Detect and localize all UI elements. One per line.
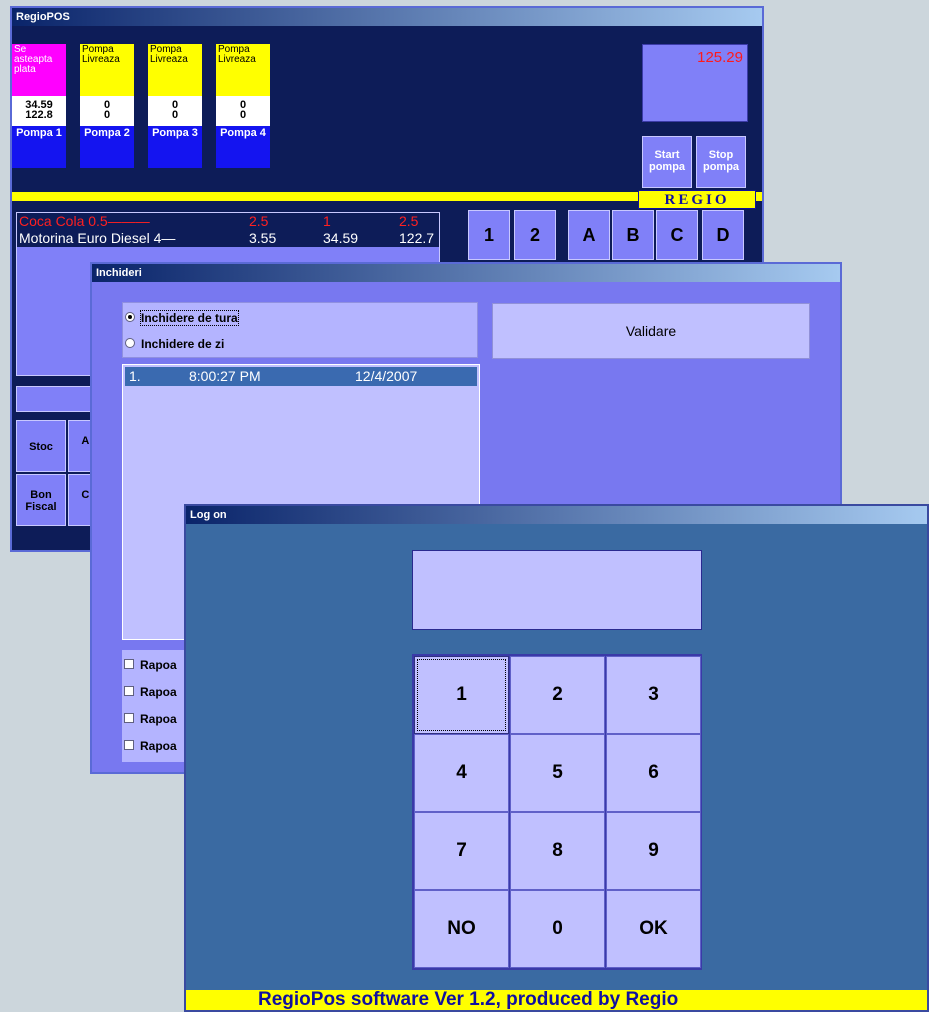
- sale-row[interactable]: Motorina Euro Diesel 4— 3.55 34.59 122.7: [17, 230, 439, 247]
- checkbox-icon: [124, 659, 134, 669]
- pump-amount: 0: [103, 109, 111, 121]
- inchideri-titlebar: Inchideri: [92, 264, 840, 282]
- checkbox-label: Rapoa: [140, 712, 177, 726]
- stoc-button[interactable]: Stoc: [16, 420, 66, 472]
- key-1[interactable]: 1: [414, 656, 509, 734]
- pump-status: Pompa Livreaza: [216, 44, 270, 96]
- pos-key-c[interactable]: C: [656, 210, 698, 260]
- regio-logo: REGIO: [638, 190, 756, 209]
- pump-amount: 122.8: [25, 109, 53, 121]
- checkbox-icon: [124, 740, 134, 750]
- checkbox-label: Rapoa: [140, 685, 177, 699]
- key-0[interactable]: 0: [510, 890, 605, 968]
- pump-name: Pompa 4: [216, 126, 270, 168]
- shift-index: 1.: [129, 368, 141, 384]
- checkbox-icon: [124, 713, 134, 723]
- radio-label: Inchidere de zi: [141, 337, 225, 351]
- key-no[interactable]: NO: [414, 890, 509, 968]
- pump-values: 0 0: [80, 96, 134, 126]
- pump-amount: 0: [171, 109, 179, 121]
- total-display: 125.29: [642, 44, 748, 122]
- shift-date: 12/4/2007: [355, 368, 418, 384]
- pos-key-b[interactable]: B: [612, 210, 654, 260]
- radio-label: Inchidere de tura: [140, 310, 239, 326]
- key-ok[interactable]: OK: [606, 890, 701, 968]
- pump-1[interactable]: Se asteapta plata 34.59 122.8 Pompa 1: [12, 44, 66, 168]
- key-2[interactable]: 2: [510, 656, 605, 734]
- pos-key-d[interactable]: D: [702, 210, 744, 260]
- sale-product: Coca Cola 0.5———: [19, 213, 150, 229]
- closing-type-group: Inchidere de tura Inchidere de zi: [122, 302, 478, 358]
- pump-amount: 0: [239, 109, 247, 121]
- pump-values: 0 0: [216, 96, 270, 126]
- key-8[interactable]: 8: [510, 812, 605, 890]
- key-7[interactable]: 7: [414, 812, 509, 890]
- regiopos-titlebar: RegioPOS: [12, 8, 762, 26]
- radio-selected-icon: [125, 312, 135, 322]
- key-9[interactable]: 9: [606, 812, 701, 890]
- pump-status: Pompa Livreaza: [80, 44, 134, 96]
- pump-status: Pompa Livreaza: [148, 44, 202, 96]
- sale-price: 3.55: [249, 230, 277, 246]
- bon-fiscal-button[interactable]: Bon Fiscal: [16, 474, 66, 526]
- pos-key-a[interactable]: A: [568, 210, 610, 260]
- pump-status: Se asteapta plata: [12, 44, 66, 96]
- shift-time: 8:00:27 PM: [189, 368, 261, 384]
- pos-key-2[interactable]: 2: [514, 210, 556, 260]
- sale-qty: 1: [323, 213, 331, 229]
- sale-qty: 34.59: [323, 230, 359, 246]
- stop-pump-button[interactable]: Stop pompa: [696, 136, 746, 188]
- pump-name: Pompa 3: [148, 126, 202, 168]
- pump-name: Pompa 2: [80, 126, 134, 168]
- key-5[interactable]: 5: [510, 734, 605, 812]
- pump-3[interactable]: Pompa Livreaza 0 0 Pompa 3: [148, 44, 202, 168]
- logon-window: Log on 1 2 3 4 5 6 7 8 9 NO 0 OK RegioPo…: [184, 504, 929, 1012]
- validate-button[interactable]: Validare: [492, 303, 810, 359]
- list-item[interactable]: 1. 8:00:27 PM 12/4/2007: [125, 367, 477, 386]
- logon-titlebar: Log on: [186, 506, 927, 524]
- sale-row[interactable]: Coca Cola 0.5——— 2.5 1 2.5: [17, 213, 439, 230]
- pump-values: 0 0: [148, 96, 202, 126]
- footer-banner: RegioPos software Ver 1.2, produced by R…: [186, 990, 927, 1010]
- pin-display[interactable]: [412, 550, 702, 630]
- pump-name: Pompa 1: [12, 126, 66, 168]
- radio-unselected-icon: [125, 338, 135, 348]
- key-4[interactable]: 4: [414, 734, 509, 812]
- checkbox-label: Rapoa: [140, 658, 177, 672]
- sale-amount: 2.5: [399, 213, 419, 229]
- pos-key-1[interactable]: 1: [468, 210, 510, 260]
- key-3[interactable]: 3: [606, 656, 701, 734]
- sale-price: 2.5: [249, 213, 269, 229]
- start-pump-button[interactable]: Start pompa: [642, 136, 692, 188]
- pump-4[interactable]: Pompa Livreaza 0 0 Pompa 4: [216, 44, 270, 168]
- key-6[interactable]: 6: [606, 734, 701, 812]
- logon-keypad: 1 2 3 4 5 6 7 8 9 NO 0 OK: [412, 654, 702, 970]
- pump-2[interactable]: Pompa Livreaza 0 0 Pompa 2: [80, 44, 134, 168]
- sale-product: Motorina Euro Diesel 4—: [19, 230, 176, 246]
- checkbox-icon: [124, 686, 134, 696]
- checkbox-label: Rapoa: [140, 739, 177, 753]
- pump-values: 34.59 122.8: [12, 96, 66, 126]
- sale-amount: 122.7: [399, 230, 435, 246]
